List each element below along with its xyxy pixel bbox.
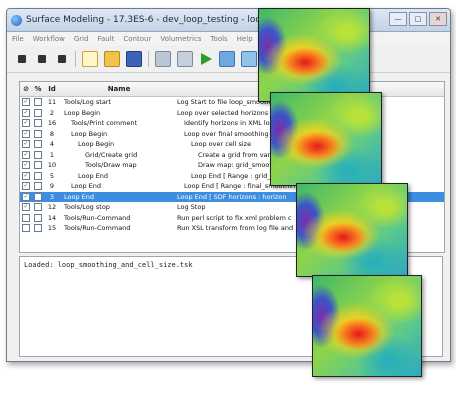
save-icon[interactable] [126, 51, 142, 67]
enabled-checkbox[interactable]: ✓ [20, 192, 32, 201]
enabled-checkbox[interactable] [20, 213, 32, 222]
row-id: 16 [47, 119, 57, 128]
enabled-checkbox[interactable]: ✓ [20, 161, 32, 170]
title-bar: Surface Modeling - 17.3ES-6 - dev_loop_t… [7, 9, 450, 32]
toolbar-separator [75, 51, 76, 67]
menu-contour[interactable]: Contour [123, 35, 151, 43]
row-id: 3 [49, 192, 55, 201]
menu-help[interactable]: Help [237, 35, 253, 43]
row-name: Tools/Run-Command [64, 224, 131, 233]
row-name: Tools/Print comment [71, 119, 138, 128]
row-name: Tools/Draw map [85, 161, 137, 170]
enabled-checkbox[interactable]: ✓ [20, 108, 32, 117]
app-icon [11, 14, 22, 26]
toolbar-separator [148, 51, 149, 67]
contour-map-image [270, 92, 382, 186]
skip-checkbox[interactable] [32, 140, 44, 149]
stop-icon[interactable] [55, 52, 69, 66]
enabled-checkbox[interactable]: ✓ [20, 140, 32, 149]
header-enabled[interactable]: ⊘ [20, 85, 32, 93]
maximize-button[interactable]: □ [409, 12, 427, 26]
row-id: 4 [49, 140, 55, 149]
run-icon[interactable] [199, 52, 213, 66]
toolbar [7, 46, 450, 73]
header-id[interactable]: Id [44, 85, 60, 93]
enabled-checkbox[interactable]: ✓ [20, 171, 32, 180]
skip-checkbox[interactable] [32, 98, 44, 107]
enabled-checkbox[interactable] [20, 224, 32, 233]
minimize-button[interactable]: — [389, 12, 407, 26]
contour-map-image [312, 275, 422, 377]
new-file-icon[interactable] [82, 51, 98, 67]
row-id: 2 [49, 108, 55, 117]
row-id: 8 [49, 129, 55, 138]
log-text: Loaded: loop_smoothing_and_cell_size.tsk [24, 261, 193, 269]
row-name: Loop Begin [78, 140, 115, 149]
menu-fault[interactable]: Fault [98, 35, 115, 43]
row-id: 11 [47, 98, 57, 107]
header-name[interactable]: Name [60, 85, 174, 93]
row-name: Grid/Create grid [85, 150, 138, 159]
skip-checkbox[interactable] [32, 108, 44, 117]
enabled-checkbox[interactable]: ✓ [20, 98, 32, 107]
menu-file[interactable]: File [12, 35, 24, 43]
skip-checkbox[interactable] [32, 203, 44, 212]
menu-workflow[interactable]: Workflow [33, 35, 65, 43]
enabled-checkbox[interactable]: ✓ [20, 182, 32, 191]
menu-volumetrics[interactable]: Volumetrics [160, 35, 201, 43]
close-button[interactable]: ✕ [429, 12, 447, 26]
enabled-checkbox[interactable]: ✓ [20, 150, 32, 159]
skip-checkbox[interactable] [32, 192, 44, 201]
row-id: 10 [47, 161, 57, 170]
contour-map-image [296, 183, 408, 277]
enabled-checkbox[interactable]: ✓ [20, 203, 32, 212]
row-id: 15 [47, 224, 57, 233]
stop-icon[interactable] [35, 52, 49, 66]
row-id: 14 [47, 213, 57, 222]
skip-checkbox[interactable] [32, 119, 44, 128]
menu-grid[interactable]: Grid [74, 35, 89, 43]
map-icon[interactable] [241, 51, 257, 67]
row-name: Loop Begin [71, 129, 108, 138]
row-id: 5 [49, 171, 55, 180]
skip-checkbox[interactable] [32, 224, 44, 233]
row-name: Tools/Log start [64, 98, 112, 107]
row-name: Tools/Log stop [64, 203, 110, 212]
menu-bar: File Workflow Grid Fault Contour Volumet… [7, 32, 450, 46]
menu-tools[interactable]: Tools [210, 35, 227, 43]
enabled-checkbox[interactable]: ✓ [20, 129, 32, 138]
skip-checkbox[interactable] [32, 150, 44, 159]
row-id: 12 [47, 203, 57, 212]
list-icon[interactable] [177, 51, 193, 67]
step-icon[interactable] [155, 51, 171, 67]
skip-checkbox[interactable] [32, 182, 44, 191]
window-controls: — □ ✕ [389, 12, 447, 26]
enabled-checkbox[interactable]: ✓ [20, 119, 32, 128]
skip-checkbox[interactable] [32, 213, 44, 222]
skip-checkbox[interactable] [32, 171, 44, 180]
grid-icon[interactable] [219, 51, 235, 67]
row-name: Loop End [64, 192, 95, 201]
row-id: 9 [49, 182, 55, 191]
row-name: Tools/Run-Command [64, 213, 131, 222]
row-name: Loop End [71, 182, 102, 191]
open-folder-icon[interactable] [104, 51, 120, 67]
skip-checkbox[interactable] [32, 161, 44, 170]
contour-map-image [258, 8, 370, 102]
stop-icon[interactable] [15, 52, 29, 66]
row-id: 1 [49, 150, 55, 159]
row-name: Loop End [78, 171, 109, 180]
skip-checkbox[interactable] [32, 129, 44, 138]
row-name: Loop Begin [64, 108, 101, 117]
header-skip[interactable]: % [32, 85, 44, 93]
